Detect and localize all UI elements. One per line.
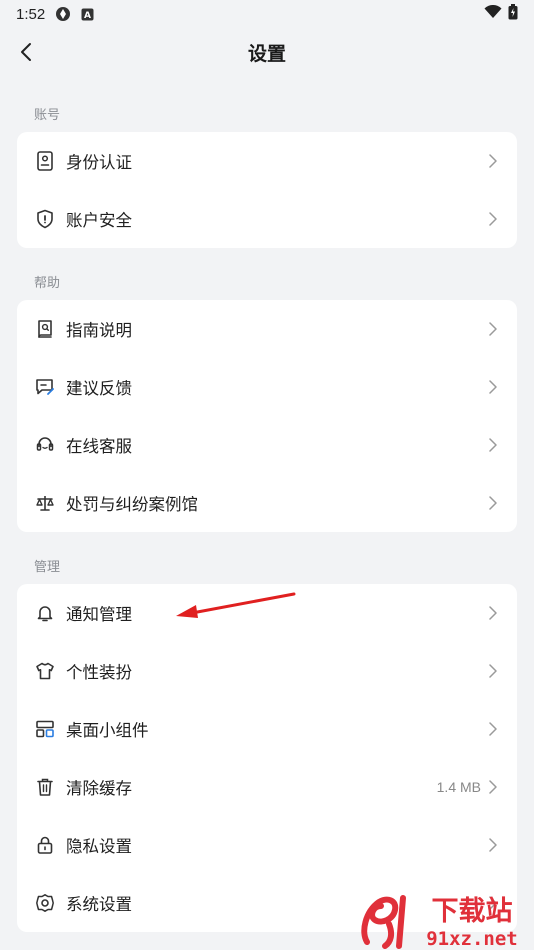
row-label: 身份认证 [66,153,132,172]
chevron-left-icon [21,43,31,61]
section-label-manage: 管理 [34,559,61,575]
guide-book-icon [35,319,55,339]
feedback-icon [35,377,55,397]
row-penalty-cases[interactable]: 处罚与纠纷案例馆 [17,474,517,532]
row-label: 个性装扮 [66,663,132,682]
cache-size-value: 1.4 MB [436,779,481,795]
row-label: 建议反馈 [66,379,132,398]
chevron-right-icon [487,437,499,453]
status-time: 1:52 [16,5,46,23]
row-clear-cache[interactable]: 清除缓存 1.4 MB [17,758,517,816]
row-label: 处罚与纠纷案例馆 [66,495,198,514]
row-account-security[interactable]: 账户安全 [17,190,517,248]
row-privacy-settings[interactable]: 隐私设置 [17,816,517,874]
back-button[interactable] [12,38,40,66]
row-label: 清除缓存 [66,779,132,798]
page-title: 设置 [247,42,286,65]
chevron-right-icon [487,321,499,337]
account-card: 身份认证 账户安全 [17,132,517,248]
trash-icon [35,777,55,797]
chevron-right-icon [487,837,499,853]
row-label: 指南说明 [66,321,132,340]
row-guide[interactable]: 指南说明 [17,300,517,358]
row-label: 账户安全 [66,211,132,230]
row-label: 桌面小组件 [66,721,149,740]
page-header: 设置 [0,28,534,76]
row-identity-verification[interactable]: 身份认证 [17,132,517,190]
scale-icon [35,493,55,513]
chevron-right-icon [487,605,499,621]
battery-icon [508,4,518,24]
app-notification-icon [55,6,71,22]
tshirt-icon [35,661,55,681]
watermark: 下载站 91xz.net [359,890,534,950]
row-feedback[interactable]: 建议反馈 [17,358,517,416]
widget-icon [35,719,55,739]
watermark-logo: 下载站 91xz.net [361,895,518,950]
a-notification-icon: A [81,8,94,21]
manage-card: 通知管理 个性装扮 桌面小组件 清除缓存 1.4 MB 隐私设置 系统设置 [17,584,517,932]
row-label: 隐私设置 [66,837,132,856]
headset-icon [35,435,55,455]
annotation-arrow [176,592,296,618]
row-desktop-widget[interactable]: 桌面小组件 [17,700,517,758]
wifi-icon [484,4,502,23]
bell-icon [35,603,55,623]
row-online-service[interactable]: 在线客服 [17,416,517,474]
section-label-help: 帮助 [34,275,61,291]
row-label: 在线客服 [66,437,132,456]
chevron-right-icon [487,153,499,169]
chevron-right-icon [487,211,499,227]
id-card-icon [35,151,55,171]
chevron-right-icon [487,379,499,395]
watermark-text: 下载站 [432,896,513,927]
section-label-account: 账号 [34,107,61,123]
chevron-right-icon [487,721,499,737]
watermark-domain: 91xz.net [426,928,518,950]
status-bar: 1:52 A [0,0,534,28]
help-card: 指南说明 建议反馈 在线客服 处罚与纠纷案例馆 [17,300,517,532]
row-personal-dressup[interactable]: 个性装扮 [17,642,517,700]
svg-text:A: A [84,11,91,21]
chevron-right-icon [487,663,499,679]
shield-icon [35,209,55,229]
chevron-right-icon [487,495,499,511]
lock-icon [35,835,55,855]
chevron-right-icon [487,779,499,795]
gear-icon [35,893,55,913]
